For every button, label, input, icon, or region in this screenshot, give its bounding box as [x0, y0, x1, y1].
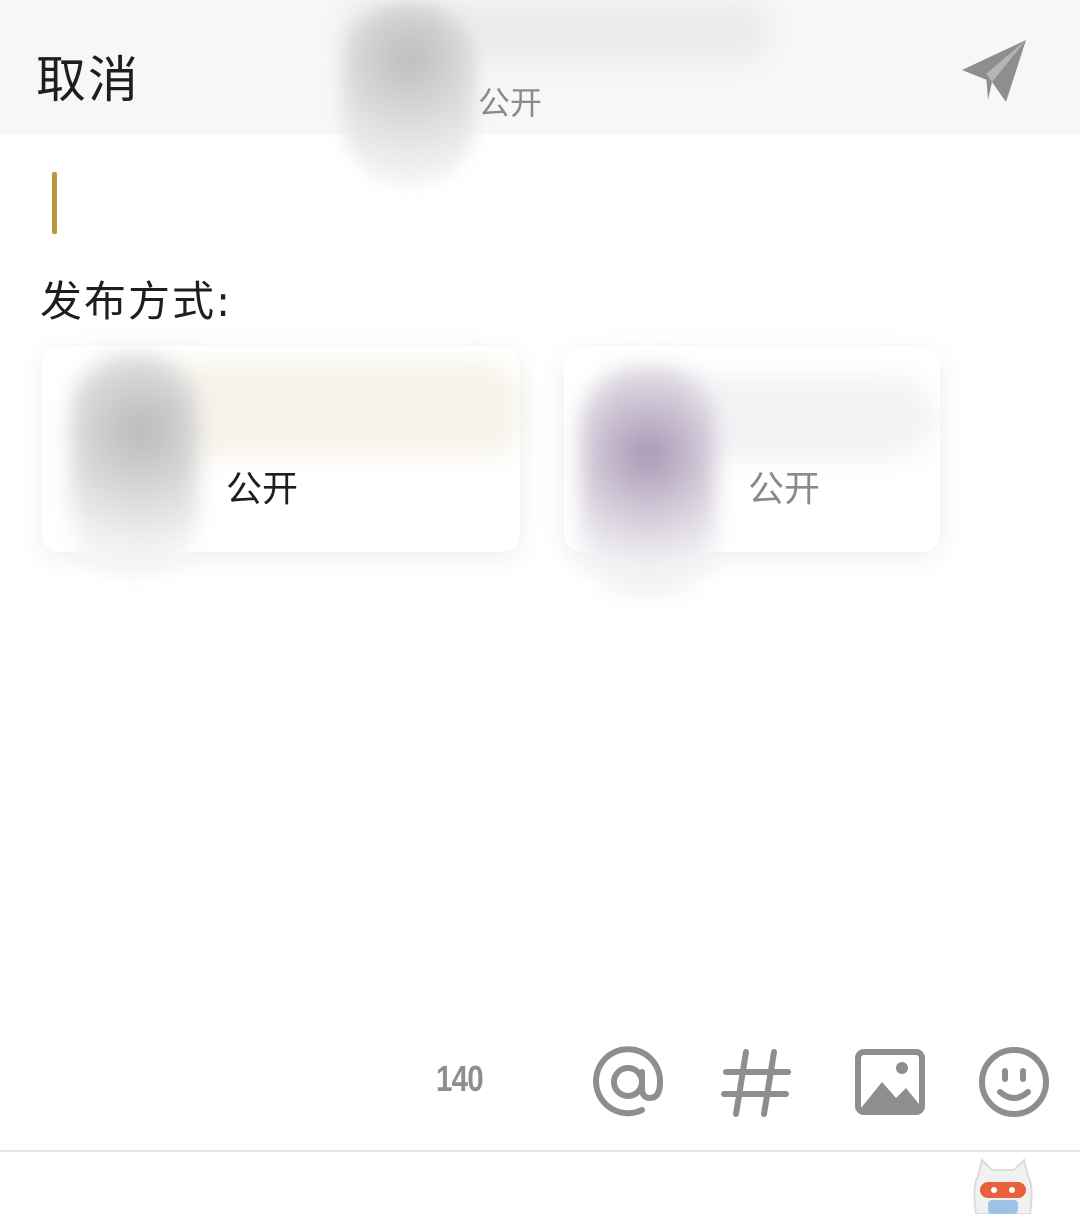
toolbar-divider: [0, 1150, 1080, 1152]
publish-method-label: 发布方式:: [40, 277, 233, 326]
emoji-icon[interactable]: [976, 1044, 1052, 1120]
paper-plane-icon[interactable]: [956, 34, 1032, 110]
option-avatar: [580, 366, 716, 596]
mascot-icon[interactable]: [968, 1156, 1038, 1214]
option-visibility-label: 公开: [748, 469, 821, 510]
char-count: 140: [436, 1058, 484, 1099]
hashtag-icon[interactable]: [718, 1044, 794, 1120]
cancel-button[interactable]: 取消: [36, 40, 140, 112]
at-icon[interactable]: [590, 1044, 666, 1120]
compose-text-area[interactable]: [40, 160, 1040, 250]
option-avatar: [70, 354, 198, 574]
publish-option-1[interactable]: 公开: [42, 346, 522, 574]
text-caret: [52, 172, 57, 234]
image-icon[interactable]: [852, 1044, 928, 1120]
top-bar: 取消 公开: [0, 0, 1080, 184]
option-name-blurred: [152, 362, 522, 458]
account-avatar: [342, 4, 476, 184]
option-visibility-label: 公开: [226, 469, 299, 510]
visibility-label[interactable]: 公开: [478, 78, 542, 124]
publish-option-2[interactable]: 公开: [564, 346, 940, 596]
